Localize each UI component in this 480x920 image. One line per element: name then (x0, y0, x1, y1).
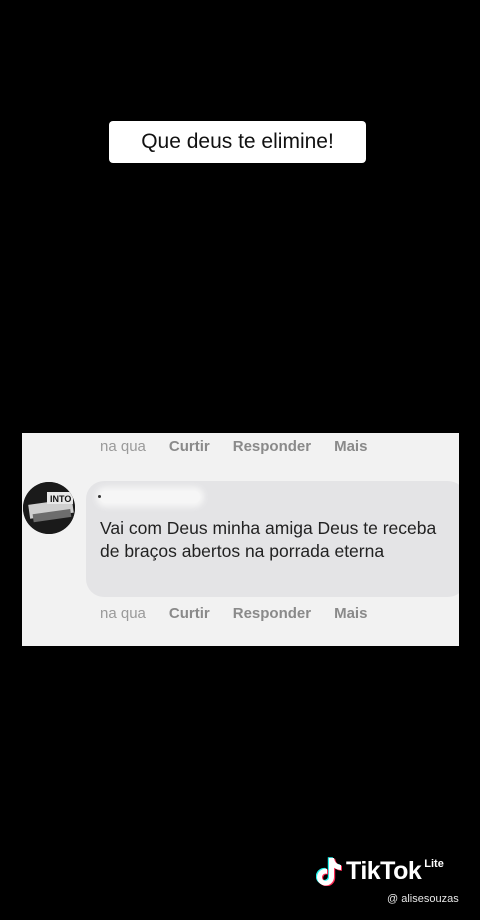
tiktok-watermark: TikTok Lite @ alisesouzas (316, 856, 476, 912)
comment-bubble: Vai com Deus minha amiga Deus te receba … (86, 481, 459, 597)
tiktok-wordmark: TikTok (346, 857, 422, 885)
like-link[interactable]: Curtir (169, 605, 210, 622)
comment-actions: na qua Curtir Responder Mais (100, 601, 390, 625)
reply-link[interactable]: Responder (233, 438, 311, 455)
more-link[interactable]: Mais (334, 438, 367, 455)
tiktok-note-icon (316, 857, 342, 886)
comment-text: Vai com Deus minha amiga Deus te receba … (100, 518, 437, 561)
video-caption: Que deus te elimine! (109, 121, 366, 163)
reply-link[interactable]: Responder (233, 605, 311, 622)
author-name-redacted (98, 491, 200, 503)
comment-time: na qua (100, 437, 146, 455)
comment-screenshot: na qua Curtir Responder Mais INTO Vai co… (22, 433, 459, 646)
creator-handle: @ alisesouzas (387, 893, 459, 905)
previous-comment-actions: na qua Curtir Responder Mais (100, 434, 390, 458)
tiktok-logo: TikTok Lite (316, 856, 444, 886)
avatar[interactable]: INTO (23, 482, 75, 534)
like-link[interactable]: Curtir (169, 438, 210, 455)
comment-time: na qua (100, 604, 146, 622)
svg-text:INTO: INTO (50, 494, 71, 504)
tiktok-edition: Lite (424, 858, 444, 870)
more-link[interactable]: Mais (334, 605, 367, 622)
avatar-image-icon: INTO (23, 482, 75, 534)
